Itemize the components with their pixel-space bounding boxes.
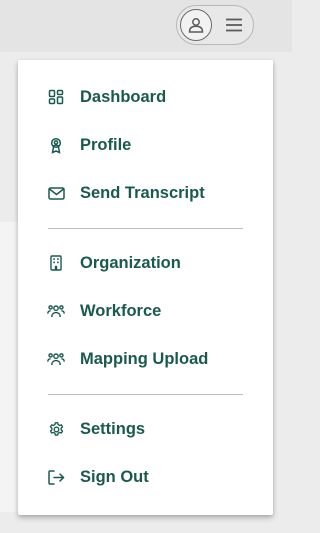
menu-item-label: Mapping Upload: [80, 350, 209, 368]
menu-item-label: Workforce: [80, 302, 162, 320]
users-icon: [47, 350, 65, 368]
menu-item-organization[interactable]: Organization: [18, 243, 273, 283]
profile-badge-icon: [47, 136, 65, 154]
envelope-icon: [47, 184, 65, 202]
menu-item-label: Dashboard: [80, 88, 167, 106]
user-menu-toggle[interactable]: [176, 5, 254, 45]
menu-divider: [48, 394, 243, 395]
menu-item-settings[interactable]: Settings: [18, 409, 273, 449]
building-icon: [47, 254, 65, 272]
menu-item-profile[interactable]: Profile: [18, 125, 273, 165]
sign-out-icon: [47, 468, 65, 486]
menu-item-sign-out[interactable]: Sign Out: [18, 457, 273, 497]
menu-divider: [48, 228, 243, 229]
menu-item-label: Profile: [80, 136, 132, 154]
menu-item-label: Settings: [80, 420, 146, 438]
background-panel: [0, 222, 18, 512]
avatar-button[interactable]: [180, 9, 212, 41]
hamburger-button[interactable]: [222, 14, 246, 36]
hamburger-icon: [225, 18, 243, 32]
dashboard-icon: [47, 88, 65, 106]
menu-item-label: Send Transcript: [80, 184, 205, 202]
menu-item-dashboard[interactable]: Dashboard: [18, 77, 273, 117]
menu-item-mapping-upload[interactable]: Mapping Upload: [18, 339, 273, 379]
gear-icon: [47, 420, 65, 438]
menu-item-label: Organization: [80, 254, 181, 272]
user-dropdown-menu: Dashboard Profile Send Transcript Organi…: [18, 60, 273, 515]
menu-item-label: Sign Out: [80, 468, 149, 486]
user-icon: [187, 16, 205, 34]
menu-item-send-transcript[interactable]: Send Transcript: [18, 173, 273, 213]
menu-item-workforce[interactable]: Workforce: [18, 291, 273, 331]
users-icon: [47, 302, 65, 320]
